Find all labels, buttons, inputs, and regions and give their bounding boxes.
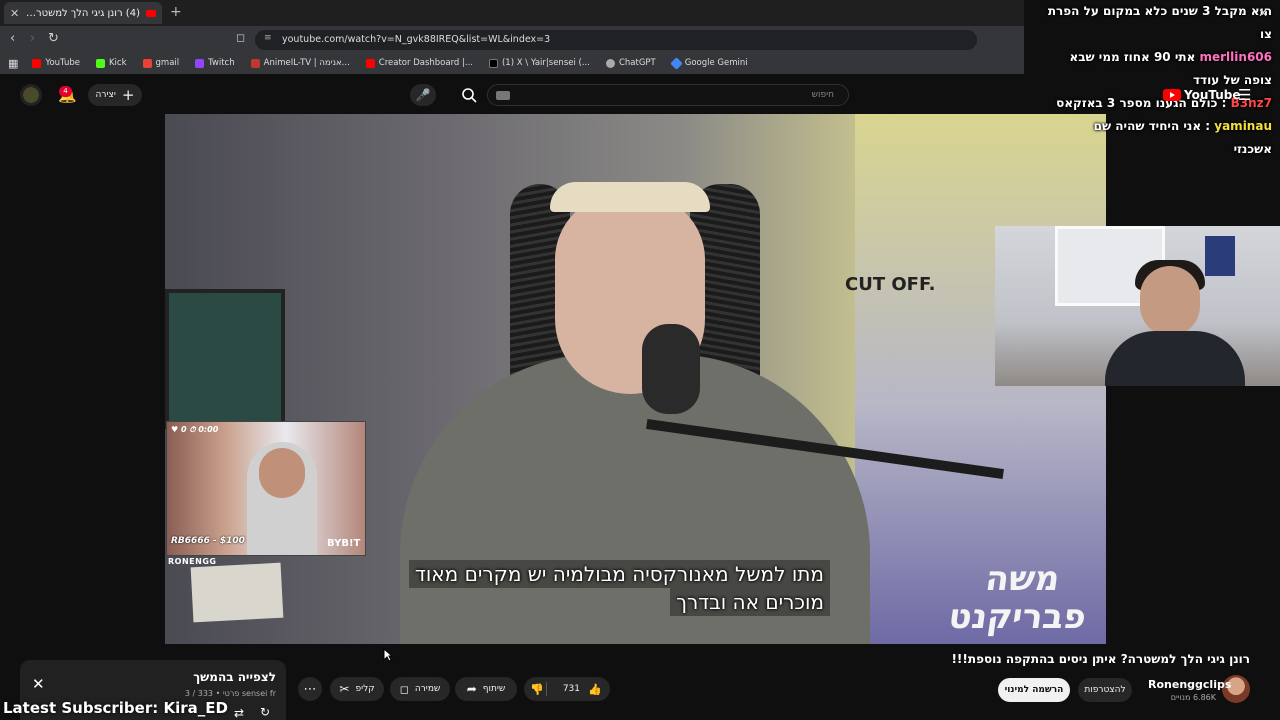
- bookmark-gmail[interactable]: gmail: [142, 58, 179, 68]
- bookmark-animeil[interactable]: AnimeIL-TV | אנימה...: [250, 58, 350, 68]
- new-tab-button[interactable]: +: [170, 4, 182, 20]
- forward-icon[interactable]: ›: [30, 31, 35, 46]
- donation-text: RB6666 - $100: [171, 536, 245, 546]
- streamer-face: [259, 448, 305, 498]
- share-button[interactable]: שיתוף ➦: [455, 677, 517, 701]
- bookmark-favicon-icon: [142, 58, 152, 68]
- channel-name[interactable]: Ronenggclips: [1148, 678, 1231, 691]
- like-divider: [546, 682, 547, 696]
- scissors-icon: ✂: [339, 682, 350, 696]
- back-icon[interactable]: ‹: [10, 31, 15, 46]
- bookmark-favicon-icon: [250, 58, 260, 68]
- streamer-body: [1105, 331, 1245, 386]
- mouse-cursor-icon: [383, 648, 393, 662]
- voice-search-icon[interactable]: 🎤: [410, 84, 436, 106]
- video-title: רונן גיגי הלך למשטרה? איתן ניסים בהתקפה …: [951, 652, 1250, 666]
- join-button[interactable]: להצטרפות: [1078, 678, 1132, 702]
- bookmark-favicon-icon: [95, 58, 105, 68]
- bookmark-x[interactable]: (1) X \ Yair|sensei (...: [488, 58, 590, 68]
- channel-subscriber-count: 6.86K מנויים: [1170, 693, 1216, 702]
- chat-message: אשכנזי: [1233, 142, 1272, 156]
- keyboard-icon[interactable]: [496, 91, 510, 100]
- more-actions-icon[interactable]: ⋯: [298, 677, 322, 701]
- user-avatar[interactable]: [20, 84, 42, 106]
- tab-close-icon[interactable]: ✕: [10, 7, 19, 20]
- sponsor-logo: BYB!T: [327, 538, 361, 549]
- like-count[interactable]: 731: [563, 684, 580, 694]
- notification-count-badge: 4: [59, 86, 72, 97]
- reload-icon[interactable]: ↻: [48, 31, 59, 46]
- youtube-favicon-icon: [146, 9, 156, 17]
- bookmark-favicon-icon: [32, 58, 42, 68]
- chat-message: yaminau : אני היחיד שהיה שם: [1093, 119, 1272, 133]
- search-input[interactable]: חיפוש: [487, 84, 849, 106]
- tab-title: (4) רונן גיגי הלך למשטרה? איתן: [25, 7, 140, 19]
- like-icon[interactable]: 👍: [588, 683, 602, 696]
- streamer-face: [1140, 266, 1200, 336]
- search-icon[interactable]: [455, 84, 485, 106]
- chat-message: merllin606 אתי 90 אחוז ממי שבא: [1069, 50, 1272, 64]
- bookmark-favicon-icon: [488, 58, 498, 68]
- playlist-title[interactable]: לצפייה בהמשך: [140, 670, 276, 684]
- subtitle-line-1: מתו למשל מאנורקסיה מבולמיה יש מקרים מאוד: [408, 560, 830, 588]
- streamer-webcam-left: ♥ 0 ⏱ 0:00 RB6666 - $100 BYB!T: [166, 421, 366, 556]
- subscribe-button[interactable]: הרשמה למינוי: [998, 678, 1070, 702]
- speaker-headband: [550, 182, 710, 212]
- speaker-nameplate: משה פבריקנט: [935, 559, 1106, 637]
- browser-tab[interactable]: (4) רונן גיגי הלך למשטרה? איתן ✕: [4, 2, 162, 24]
- address-bar[interactable]: ≡ youtube.com/watch?v=N_gvk88IREQ&list=W…: [255, 30, 977, 50]
- bookmark-youtube[interactable]: YouTube: [32, 58, 80, 68]
- nameplate-last-name: פבריקנט: [945, 597, 1089, 637]
- bookmark-favicon-icon: [669, 56, 683, 70]
- figure-box: [190, 562, 284, 623]
- shuffle-icon[interactable]: ⇄: [234, 706, 244, 720]
- bookmark-favicon-icon: [365, 58, 375, 68]
- nameplate-first-name: משה: [982, 559, 1063, 599]
- background-monitor: [165, 289, 285, 429]
- bookmark-creator-dashboard[interactable]: Creator Dashboard |...: [365, 58, 473, 68]
- wall-poster: [1205, 236, 1235, 276]
- dislike-icon[interactable]: 👎: [530, 683, 544, 696]
- site-info-icon[interactable]: ≡: [264, 33, 272, 43]
- chat-message: הוא מקבל 3 שנים כלא במקום על הפרת צו: [1047, 4, 1272, 41]
- create-button[interactable]: + יצירה: [88, 84, 142, 106]
- latest-subscriber-banner: Latest Subscriber: Kira_ED: [3, 699, 228, 717]
- browser-tab-bar: (4) רונן גיגי הלך למשטרה? איתן ✕ +: [0, 0, 1024, 26]
- save-bookmark-icon: ◻: [399, 682, 409, 696]
- like-dislike-group: 👍 731 👎: [524, 677, 610, 701]
- youtube-logo-icon: [1163, 89, 1181, 101]
- hamburger-menu-icon[interactable]: ☰: [1238, 86, 1251, 104]
- bookmark-favicon-icon: [605, 58, 615, 68]
- playlist-meta: sensei fr פרטי • 333 / 3: [184, 689, 276, 698]
- apps-grid-icon[interactable]: ▦: [8, 57, 18, 70]
- bookmarks-bar: ▦ YouTube Kick gmail Twitch AnimeIL-TV |…: [0, 52, 1024, 74]
- bookmark-gemini[interactable]: Google Gemini: [669, 56, 748, 70]
- plus-icon: +: [121, 86, 135, 104]
- streamer-webcam-right: [995, 226, 1280, 386]
- share-icon: ➦: [466, 682, 477, 696]
- microphone: [642, 324, 700, 414]
- save-button[interactable]: שמירה ◻: [390, 677, 450, 701]
- youtube-logo[interactable]: YouTube: [1163, 88, 1241, 102]
- bookmark-star-icon[interactable]: ◻: [236, 31, 245, 44]
- bookmark-kick[interactable]: Kick: [95, 58, 127, 68]
- bookmark-twitch[interactable]: Twitch: [195, 58, 235, 68]
- video-subtitles: מתו למשל מאנורקסיה מבולמיה יש מקרים מאוד…: [380, 560, 830, 616]
- bookmark-chatgpt[interactable]: ChatGPT: [605, 58, 656, 68]
- chat-close-icon[interactable]: ✕: [1258, 6, 1268, 20]
- address-bar-url: youtube.com/watch?v=N_gvk88IREQ&list=WL&…: [282, 34, 551, 45]
- streamer-label: RONENGG: [168, 557, 217, 566]
- playlist-close-icon[interactable]: ✕: [32, 675, 45, 693]
- stream-chat-overlay: הוא מקבל 3 שנים כלא במקום על הפרת צו mer…: [1024, 0, 1280, 156]
- webcam-stats: ♥ 0 ⏱ 0:00: [171, 425, 219, 434]
- loop-icon[interactable]: ↻: [260, 705, 270, 719]
- clip-button[interactable]: קליפ ✂: [330, 677, 384, 701]
- bookmark-favicon-icon: [195, 58, 205, 68]
- subtitle-line-2: מוכרים אה ובדרך: [670, 588, 830, 616]
